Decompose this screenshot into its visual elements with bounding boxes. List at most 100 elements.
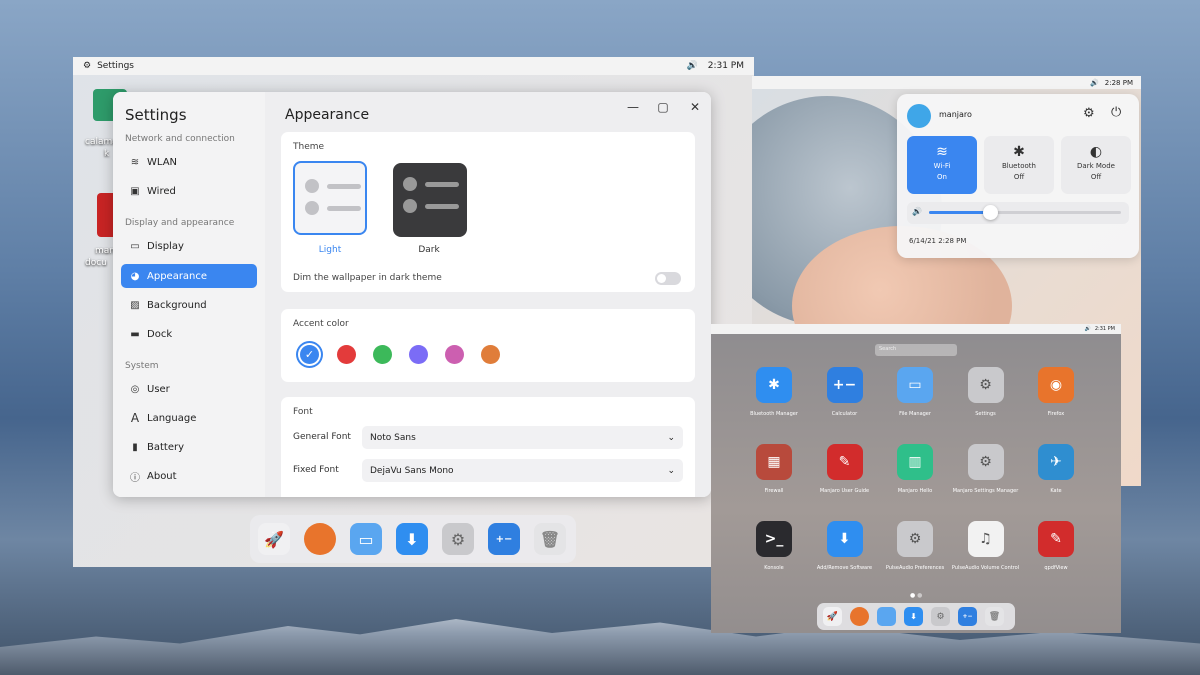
dim-wallpaper-toggle[interactable] (655, 272, 681, 285)
settings-icon[interactable]: ⚙ (442, 523, 474, 555)
sidebar-item-wlan[interactable]: ≋ WLAN (121, 150, 257, 174)
launcher-icon[interactable]: 🚀 (258, 523, 290, 555)
app-settings[interactable]: ⚙ Settings (951, 367, 1021, 418)
calculator-icon: +− (826, 367, 863, 403)
sidebar-item-dock[interactable]: ▬ Dock (121, 322, 257, 346)
gear-icon[interactable]: ⚙ (1083, 106, 1095, 121)
clock[interactable]: 2:28 PM (1105, 79, 1133, 87)
battery-icon: ▮ (132, 441, 138, 453)
app-qpdfview[interactable]: ✎ qpdfView (1021, 521, 1091, 572)
app-menu-icon[interactable]: ⚙ (83, 61, 91, 71)
launcher-icon[interactable]: 🚀 (823, 607, 842, 626)
app-label: Add/Remove Software (816, 565, 873, 571)
settings-window: Settings Network and connection ≋ WLAN ▣ W… (113, 92, 711, 497)
app-manjaro-settings-manager[interactable]: ⚙ Manjaro Settings Manager (951, 444, 1021, 495)
section-display: Display and appearance (125, 218, 235, 228)
trash-icon[interactable]: 🗑 (985, 607, 1004, 626)
avatar[interactable] (907, 104, 931, 128)
sidebar-item-display[interactable]: ▭ Display (121, 234, 257, 258)
accent-green-swatch[interactable] (373, 345, 392, 364)
app-label: File Manager (899, 411, 931, 417)
sidebar-item-user[interactable]: ◎ User (121, 377, 257, 401)
software-icon[interactable]: ⬇ (904, 607, 923, 626)
power-icon[interactable]: ⏻ (1111, 105, 1121, 120)
volume-row: 🔊 (907, 202, 1129, 224)
sidebar-item-appearance[interactable]: ◕ Appearance (121, 264, 257, 288)
accent-blue-swatch[interactable]: ✓ (300, 345, 319, 364)
quick-settings-panel: manjaro ⚙ ⏻ ≋ Wi-Fi On ✱ Bluetooth Off ◐ Dark… (897, 94, 1139, 258)
fixed-font-label: Fixed Font (293, 465, 339, 475)
minimize-button[interactable]: — (625, 100, 641, 114)
font-title: Font (293, 407, 313, 417)
fixed-font-select[interactable]: DejaVu Sans Mono ⌄ (362, 459, 683, 482)
accent-purple-swatch[interactable] (409, 345, 428, 364)
calculator-icon[interactable]: +− (958, 607, 977, 626)
calculator-icon[interactable]: +− (488, 523, 520, 555)
app-label: PulseAudio Volume Control (951, 565, 1020, 571)
general-font-label: General Font (293, 432, 351, 442)
app-konsole[interactable]: >_ Konsole (739, 521, 809, 572)
settings-sidebar: Settings Network and connection ≋ WLAN ▣ W… (113, 92, 265, 497)
app-label: Settings (975, 411, 996, 417)
app-firewall[interactable]: ▦ Firewall (739, 444, 809, 495)
volume-icon[interactable]: 🔊 (1085, 326, 1091, 332)
app-manjaro-user-guide[interactable]: ✎ Manjaro User Guide (810, 444, 880, 495)
accent-orange-swatch[interactable] (481, 345, 500, 364)
firefox-icon[interactable] (850, 607, 869, 626)
image-icon: ▨ (130, 299, 140, 311)
app-manjaro-hello[interactable]: ▥ Manjaro Hello (880, 444, 950, 495)
chevron-down-icon: ⌄ (667, 465, 675, 476)
launcher-search-input[interactable]: Search (875, 344, 957, 356)
page-indicator: ● ● (910, 592, 923, 599)
wifi-tile[interactable]: ≋ Wi-Fi On (907, 136, 977, 194)
maximize-button[interactable]: ▢ (655, 100, 671, 114)
sidebar-item-language[interactable]: A Language (121, 406, 257, 430)
volume-icon[interactable]: 🔊 (687, 61, 698, 71)
sidebar-item-background[interactable]: ▨ Background (121, 293, 257, 317)
volume-slider-handle[interactable] (983, 205, 998, 220)
app-firefox[interactable]: ◉ Firefox (1021, 367, 1091, 418)
clock[interactable]: 2:31 PM (708, 61, 744, 71)
accent-title: Accent color (293, 319, 349, 329)
general-font-select[interactable]: Noto Sans ⌄ (362, 426, 683, 449)
accent-red-swatch[interactable] (337, 345, 356, 364)
app-label: Manjaro Hello (897, 488, 933, 494)
app-pulseaudio-preferences[interactable]: ⚙ PulseAudio Preferences (880, 521, 950, 572)
app-file-manager[interactable]: ▭ File Manager (880, 367, 950, 418)
app-bluetooth-manager[interactable]: ✱ Bluetooth Manager (739, 367, 809, 418)
app-label: Konsole (764, 565, 784, 571)
files-icon[interactable] (877, 607, 896, 626)
dark-mode-tile[interactable]: ◐ Dark Mode Off (1061, 136, 1131, 194)
accent-pink-swatch[interactable] (445, 345, 464, 364)
left-screen: ⚙ Settings 🔊 2:31 PM calama k manj docu … (73, 57, 754, 567)
app-pulseaudio-volume-control[interactable]: ♫ PulseAudio Volume Control (951, 521, 1021, 572)
close-button[interactable]: ✕ (687, 100, 703, 114)
clock[interactable]: 2:31 PM (1095, 326, 1115, 332)
app-label: Calculator (831, 411, 858, 417)
light-theme-option[interactable] (293, 161, 367, 235)
dock: 🚀 ▭ ⬇ ⚙ +− 🗑 (250, 515, 576, 563)
firefox-icon[interactable] (304, 523, 336, 555)
language-icon: A (130, 411, 140, 425)
app-label: Manjaro Settings Manager (952, 488, 1019, 494)
trash-icon[interactable]: 🗑 (534, 523, 566, 555)
app-calculator[interactable]: +− Calculator (810, 367, 880, 418)
settings-icon: ⚙ (967, 367, 1004, 403)
volume-icon[interactable]: 🔊 (1090, 79, 1099, 87)
files-icon[interactable]: ▭ (350, 523, 382, 555)
top-panel: 🔊 2:28 PM (752, 76, 1141, 89)
dark-theme-option[interactable] (393, 163, 467, 237)
app-label: Firewall (764, 488, 784, 494)
sidebar-item-about[interactable]: ⓘ About (121, 464, 257, 488)
theme-title: Theme (293, 142, 325, 152)
sidebar-item-battery[interactable]: ▮ Battery (121, 435, 257, 459)
sidebar-item-wired[interactable]: ▣ Wired (121, 179, 257, 203)
software-icon[interactable]: ⬇ (396, 523, 428, 555)
app-kate[interactable]: ✈ Kate (1021, 444, 1091, 495)
bluetooth-tile[interactable]: ✱ Bluetooth Off (984, 136, 1054, 194)
app-add-remove-software[interactable]: ⬇ Add/Remove Software (810, 521, 880, 572)
settings-icon[interactable]: ⚙ (931, 607, 950, 626)
app-label: Manjaro User Guide (819, 488, 870, 494)
app-label: Firefox (1047, 411, 1065, 417)
top-panel: ⚙ Settings 🔊 2:31 PM (73, 57, 754, 75)
